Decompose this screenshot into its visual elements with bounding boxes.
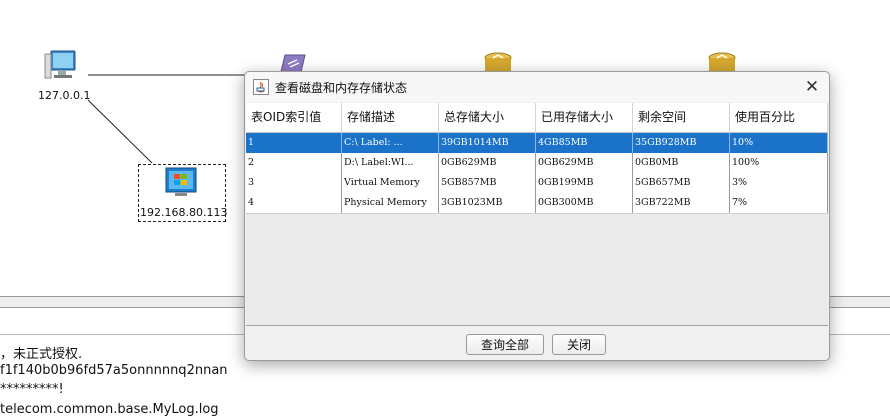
cell-used: 0GB199MB (536, 173, 633, 193)
cell-total: 3GB1023MB (439, 193, 536, 213)
query-all-button[interactable]: 查询全部 (466, 334, 544, 355)
cell-used: 4GB85MB (536, 133, 633, 153)
cell-total: 5GB857MB (439, 173, 536, 193)
cell-used: 0GB629MB (536, 153, 633, 173)
cell-total: 39GB1014MB (439, 133, 536, 153)
node-label-local: 127.0.0.1 (38, 89, 91, 102)
table-header: 表OID索引值 存储描述 总存储大小 已用存储大小 剩余空间 使用百分比 (246, 103, 828, 133)
log-line: ，未正式授权. (0, 347, 83, 362)
log-line: f1f140b0b96fd57a5onnnnnq2nnan (0, 363, 228, 378)
cell-description: C:\ Label: ... (342, 133, 439, 153)
storage-status-dialog: 查看磁盘和内存存储状态 ✕ 表OID索引值 存储描述 总存储大小 已用存储大小 … (244, 71, 830, 361)
cell-free: 3GB722MB (633, 193, 730, 213)
windows-host-icon[interactable] (165, 166, 197, 198)
cell-total: 0GB629MB (439, 153, 536, 173)
log-line: telecom.common.base.MyLog.log (0, 402, 219, 417)
cell-oid: 1 (246, 133, 342, 153)
link-local-to-host (87, 99, 153, 164)
log-line: *********! (0, 382, 64, 397)
close-icon[interactable]: ✕ (801, 76, 823, 98)
java-app-icon (253, 79, 269, 95)
cell-description: D:\ Label:WI... (342, 153, 439, 173)
column-header-oid[interactable]: 表OID索引值 (246, 103, 342, 132)
computer-icon[interactable] (44, 48, 78, 82)
node-label-host: 192.168.80.113 (140, 206, 228, 219)
cell-oid: 3 (246, 173, 342, 193)
table-row[interactable]: 3 Virtual Memory 5GB857MB 0GB199MB 5GB65… (246, 173, 828, 194)
router-icon[interactable] (277, 52, 307, 73)
close-button[interactable]: 关闭 (552, 334, 606, 355)
table-row[interactable]: 1 C:\ Label: ... 39GB1014MB 4GB85MB 35GB… (246, 133, 828, 154)
column-header-used[interactable]: 已用存储大小 (536, 103, 633, 132)
cell-percent: 100% (730, 153, 828, 173)
database-icon[interactable] (483, 52, 513, 72)
cell-free: 35GB928MB (633, 133, 730, 153)
cell-oid: 2 (246, 153, 342, 173)
database-icon[interactable] (707, 52, 737, 72)
cell-free: 0GB0MB (633, 153, 730, 173)
cell-oid: 4 (246, 193, 342, 213)
cell-percent: 3% (730, 173, 828, 193)
dialog-title: 查看磁盘和内存存储状态 (275, 81, 408, 95)
table-row[interactable]: 4 Physical Memory 3GB1023MB 0GB300MB 3GB… (246, 193, 828, 214)
dialog-titlebar[interactable]: 查看磁盘和内存存储状态 ✕ (245, 72, 829, 102)
table-row[interactable]: 2 D:\ Label:WI... 0GB629MB 0GB629MB 0GB0… (246, 153, 828, 174)
cell-description: Virtual Memory (342, 173, 439, 193)
column-header-free[interactable]: 剩余空间 (633, 103, 730, 132)
cell-percent: 10% (730, 133, 828, 153)
column-header-description[interactable]: 存储描述 (342, 103, 439, 132)
storage-table: 表OID索引值 存储描述 总存储大小 已用存储大小 剩余空间 使用百分比 1 C… (246, 103, 828, 326)
cell-percent: 7% (730, 193, 828, 213)
column-header-percent[interactable]: 使用百分比 (730, 103, 828, 132)
column-header-total[interactable]: 总存储大小 (439, 103, 536, 132)
cell-description: Physical Memory (342, 193, 439, 213)
cell-used: 0GB300MB (536, 193, 633, 213)
cell-free: 5GB657MB (633, 173, 730, 193)
